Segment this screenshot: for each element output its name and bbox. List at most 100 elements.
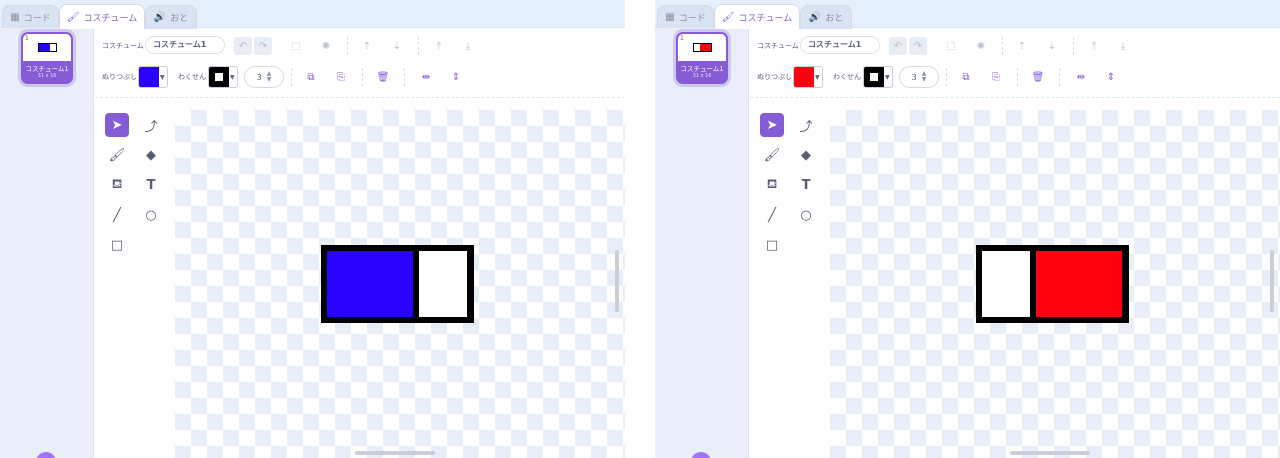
- outline-width-stepper[interactable]: 3 ▲ ▼: [899, 66, 939, 88]
- thumb-cell: [700, 44, 711, 51]
- forward-icon[interactable]: ⇡: [358, 37, 376, 55]
- costume-size: 31 x 16: [692, 73, 712, 79]
- rectangle-tool-icon[interactable]: □: [105, 233, 129, 257]
- costume-item[interactable]: 1 コスチューム1 31 x 16: [676, 32, 728, 84]
- paste-icon[interactable]: ⎘: [332, 68, 350, 86]
- brush-tool-icon[interactable]: 🖌: [105, 143, 129, 167]
- costume-name-label: コスチューム: [102, 42, 144, 50]
- back-icon[interactable]: ⤓: [459, 37, 477, 55]
- outline-label: わくせん: [833, 73, 861, 81]
- shape-cell-white[interactable]: [419, 251, 467, 317]
- tab-costume[interactable]: 🖌 コスチューム: [59, 4, 145, 29]
- paint-editor-right: ▦ コード 🖌 コスチューム 🔊 おと 1 コスチューム1 31 x 16 コスチュー…: [655, 0, 1280, 458]
- drawn-shape[interactable]: [321, 245, 474, 323]
- line-tool-icon[interactable]: ╱: [105, 203, 129, 227]
- undo-icon[interactable]: ↶: [234, 37, 252, 55]
- forward-icon[interactable]: ⇡: [1013, 37, 1031, 55]
- tab-code[interactable]: ▦ コード: [2, 5, 59, 29]
- costume-name-input[interactable]: コスチューム1: [145, 36, 225, 54]
- redo-icon[interactable]: ↷: [909, 37, 927, 55]
- thumb-cell: [50, 44, 56, 51]
- group-icon[interactable]: ⬚: [287, 37, 305, 55]
- costume-sidebar: 1 コスチューム1 31 x 16: [0, 28, 94, 458]
- fill-label: ぬりつぶし: [757, 73, 793, 81]
- outline-width-value: 3: [256, 72, 262, 82]
- select-tool-icon[interactable]: ➤: [105, 113, 129, 137]
- brush-icon: 🖌: [721, 11, 735, 23]
- fill-swatch: [139, 67, 159, 87]
- costume-thumbnail: [38, 43, 57, 52]
- horizontal-scrollbar[interactable]: [355, 451, 435, 455]
- chevron-down-icon: ▼: [160, 73, 165, 81]
- outline-width-stepper[interactable]: 3 ▲ ▼: [244, 66, 284, 88]
- costume-item[interactable]: 1 コスチューム1 31 x 16: [21, 32, 73, 84]
- back-icon[interactable]: ⤓: [1114, 37, 1132, 55]
- copy-icon[interactable]: ⧉: [302, 68, 320, 86]
- vertical-scrollbar[interactable]: [1270, 250, 1274, 312]
- ungroup-icon[interactable]: ✺: [972, 37, 990, 55]
- tab-sound[interactable]: 🔊 おと: [800, 5, 852, 29]
- costume-name: コスチューム1: [680, 65, 724, 73]
- circle-tool-icon[interactable]: ○: [139, 203, 163, 227]
- ungroup-icon[interactable]: ✺: [317, 37, 335, 55]
- select-tool-icon[interactable]: ➤: [760, 113, 784, 137]
- trash-icon[interactable]: 🗑: [374, 68, 392, 86]
- front-icon[interactable]: ⤒: [1085, 37, 1103, 55]
- backward-icon[interactable]: ⇣: [388, 37, 406, 55]
- fill-tool-icon[interactable]: ⛾: [760, 173, 784, 197]
- fill-color-button[interactable]: ▼: [793, 66, 823, 88]
- costume-name-input[interactable]: コスチューム1: [800, 36, 880, 54]
- eraser-tool-icon[interactable]: ◆: [139, 143, 163, 167]
- costume-name: コスチューム1: [25, 65, 69, 73]
- speaker-icon: 🔊: [808, 12, 822, 23]
- costume-size: 31 x 16: [37, 73, 57, 79]
- stepper-arrows-icon: ▲ ▼: [921, 70, 927, 83]
- copy-icon[interactable]: ⧉: [957, 68, 975, 86]
- stepper-arrows-icon: ▲ ▼: [266, 70, 272, 83]
- flip-horizontal-icon[interactable]: ⇹: [1072, 68, 1090, 86]
- costume-index: 1: [680, 35, 684, 42]
- trash-icon[interactable]: 🗑: [1029, 68, 1047, 86]
- shape-cell-red[interactable]: [1036, 251, 1122, 317]
- paint-canvas[interactable]: [830, 110, 1280, 458]
- brush-tool-icon[interactable]: 🖌: [760, 143, 784, 167]
- tab-costume[interactable]: 🖌 コスチューム: [714, 4, 800, 29]
- outline-swatch: [209, 67, 229, 87]
- group-icon[interactable]: ⬚: [942, 37, 960, 55]
- fill-color-button[interactable]: ▼: [138, 66, 168, 88]
- flip-horizontal-icon[interactable]: ⇹: [417, 68, 435, 86]
- front-icon[interactable]: ⤒: [430, 37, 448, 55]
- thumb-cell: [694, 44, 700, 51]
- costume-sidebar: 1 コスチューム1 31 x 16: [655, 28, 749, 458]
- redo-icon[interactable]: ↷: [254, 37, 272, 55]
- text-tool-icon[interactable]: T: [794, 173, 818, 197]
- paste-icon[interactable]: ⎘: [987, 68, 1005, 86]
- paint-toolbar: コスチューム コスチューム1 ↶ ↷ ⬚ ✺ ⇡ ⇣ ⤒ ⤓ ぬりつぶし ▼ わ…: [750, 28, 1280, 98]
- brush-icon: 🖌: [66, 11, 80, 23]
- outline-color-button[interactable]: ▼: [208, 66, 238, 88]
- tool-palette: ➤ ⤴ 🖌 ◆ ⛾ T ╱ ○ □: [750, 98, 828, 458]
- rectangle-tool-icon[interactable]: □: [760, 233, 784, 257]
- eraser-tool-icon[interactable]: ◆: [794, 143, 818, 167]
- reshape-tool-icon[interactable]: ⤴: [139, 113, 163, 137]
- shape-cell-blue[interactable]: [327, 251, 413, 317]
- outline-color-button[interactable]: ▼: [863, 66, 893, 88]
- drawn-shape[interactable]: [976, 245, 1129, 323]
- reshape-tool-icon[interactable]: ⤴: [794, 113, 818, 137]
- text-tool-icon[interactable]: T: [139, 173, 163, 197]
- vertical-scrollbar[interactable]: [615, 250, 619, 312]
- flip-vertical-icon[interactable]: ⇕: [1102, 68, 1120, 86]
- tool-palette: ➤ ⤴ 🖌 ◆ ⛾ T ╱ ○ □: [95, 98, 173, 458]
- fill-tool-icon[interactable]: ⛾: [105, 173, 129, 197]
- flip-vertical-icon[interactable]: ⇕: [447, 68, 465, 86]
- line-tool-icon[interactable]: ╱: [760, 203, 784, 227]
- shape-cell-white[interactable]: [982, 251, 1030, 317]
- undo-icon[interactable]: ↶: [889, 37, 907, 55]
- costume-thumbnail: [693, 43, 712, 52]
- backward-icon[interactable]: ⇣: [1043, 37, 1061, 55]
- tab-sound[interactable]: 🔊 おと: [145, 5, 197, 29]
- horizontal-scrollbar[interactable]: [1010, 451, 1090, 455]
- paint-canvas[interactable]: [175, 110, 625, 458]
- tab-code[interactable]: ▦ コード: [657, 5, 714, 29]
- circle-tool-icon[interactable]: ○: [794, 203, 818, 227]
